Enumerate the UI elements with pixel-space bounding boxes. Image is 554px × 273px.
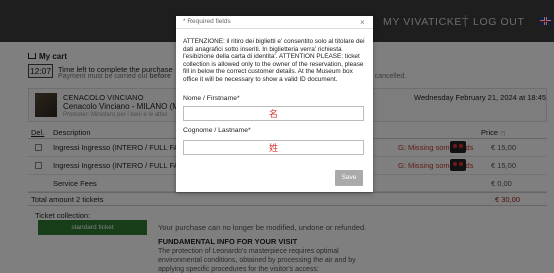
modal-header-divider — [176, 28, 373, 29]
customer-details-modal: * Required fields × ATTENZIONE: il ritir… — [176, 16, 373, 192]
lastname-input[interactable] — [183, 140, 364, 155]
id-notice-text: ATTENZIONE: il ritiro dei biglietti e' c… — [183, 38, 365, 83]
firstname-input[interactable] — [183, 106, 364, 121]
close-icon[interactable]: × — [360, 18, 365, 27]
save-button[interactable]: Save — [335, 170, 363, 186]
required-fields-note: * Required fields — [183, 18, 231, 25]
firstname-label: Nome / Firstname* — [183, 95, 240, 102]
lastname-label: Cognome / Lastname* — [183, 127, 251, 134]
